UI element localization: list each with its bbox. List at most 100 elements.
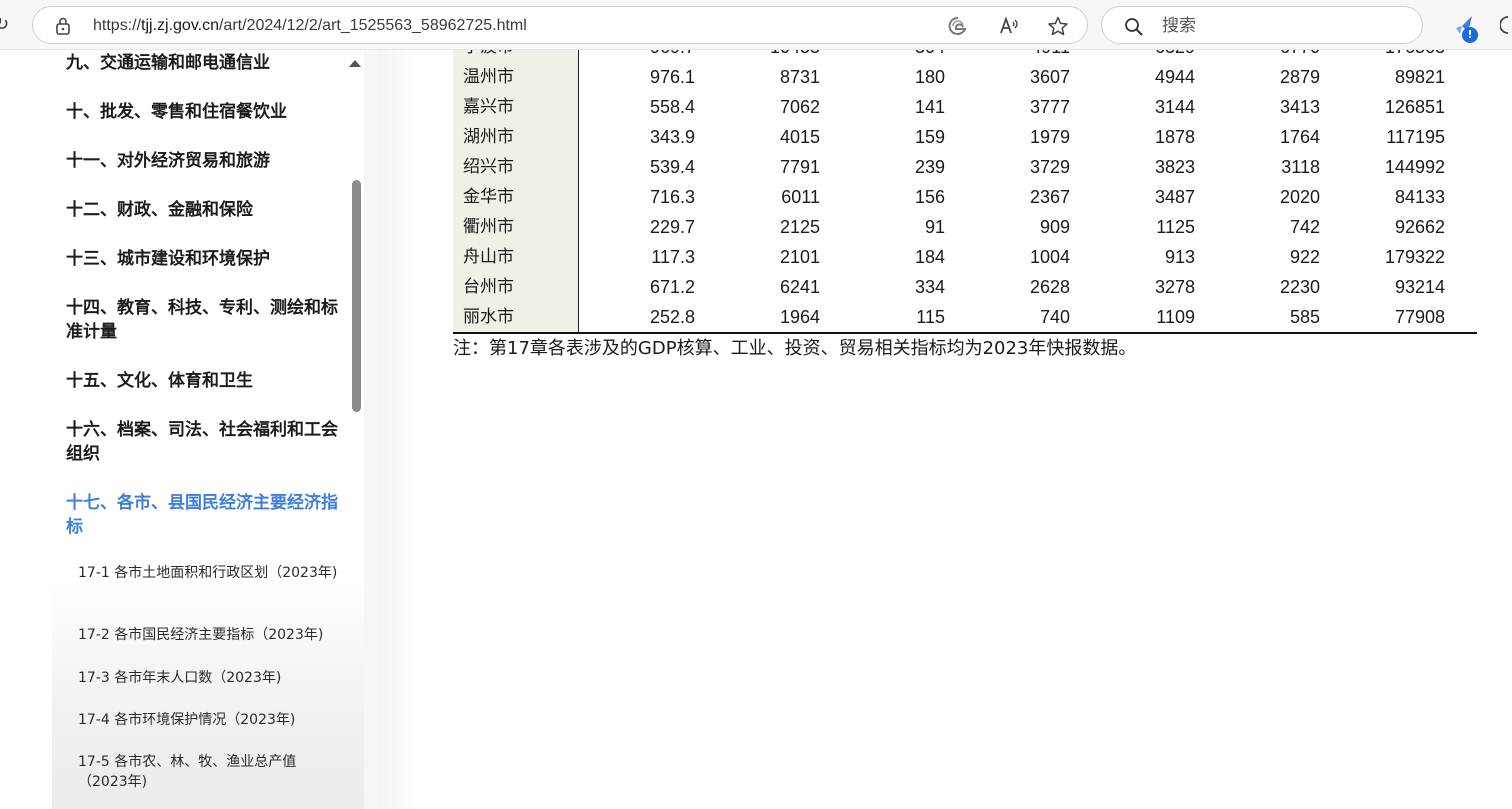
- table-cell: 3777: [1029, 97, 1070, 117]
- table-cell: 4911: [1031, 50, 1070, 62]
- address-bar[interactable]: https://tjj.zj.gov.cn/art/2024/12/2/art_…: [32, 6, 1088, 44]
- table-row: 温州市 976.1 8731 180 3607 4944 2879 89821: [453, 62, 1477, 92]
- table-cell: 922: [1289, 247, 1320, 267]
- table-cell: 115: [916, 307, 945, 327]
- more-menu-icon[interactable]: [1500, 14, 1512, 36]
- page-left-margin: [0, 50, 52, 809]
- table-cell: 2628: [1029, 277, 1070, 297]
- table-cell: 913: [1164, 247, 1195, 267]
- table-cell: 6329: [1155, 50, 1195, 62]
- sidebar-subitem-17-3[interactable]: 17-3 各市年末人口数（2023年): [78, 668, 340, 688]
- table-cell: 3487: [1154, 187, 1195, 207]
- sidebar-edge: [364, 50, 378, 809]
- sidebar-subitem-17-2[interactable]: 17-2 各市国民经济主要指标（2023年): [78, 625, 340, 645]
- table-note: 注：第17章各表涉及的GDP核算、工业、投资、贸易相关指标均为2023年快报数据…: [453, 338, 1137, 359]
- table-cell: 144992: [1384, 157, 1445, 177]
- table-cell-city: 嘉兴市: [463, 97, 514, 117]
- url-prefix: https://: [93, 17, 142, 34]
- table-cell: 159: [914, 127, 945, 147]
- search-placeholder: 搜索: [1162, 16, 1196, 36]
- table-cell-city: 金华市: [463, 187, 514, 207]
- table-cell: 7791: [779, 157, 820, 177]
- table-cell-city: 舟山市: [463, 247, 514, 267]
- table-cell: 2125: [779, 217, 820, 237]
- sidebar-subitem-17-4[interactable]: 17-4 各市环境保护情况（2023年): [78, 710, 340, 730]
- table-row: 丽水市 252.8 1964 115 740 1109 585 77908: [453, 302, 1477, 332]
- table-cell: 334: [914, 277, 945, 297]
- table-cell: 156: [914, 187, 945, 207]
- sidebar-item-ch12[interactable]: 十二、财政、金融和保险: [66, 198, 350, 222]
- table-cell: 2230: [1279, 277, 1320, 297]
- table-cell: 3118: [1281, 157, 1320, 177]
- table-cell: 716.3: [649, 187, 695, 207]
- edge-app-icon[interactable]: [947, 16, 969, 36]
- table-cell: 2879: [1279, 67, 1320, 87]
- table-cell: 740: [1039, 307, 1070, 327]
- sidebar-item-ch11[interactable]: 十一、对外经济贸易和旅游: [66, 149, 350, 173]
- table-cell: 229.7: [649, 217, 695, 237]
- sidebar-item-ch16[interactable]: 十六、档案、司法、社会福利和工会组织: [66, 418, 350, 466]
- sidebar-scrollbar-thumb[interactable]: [352, 180, 361, 412]
- table-cell: 976.1: [649, 67, 695, 87]
- browser-search-box[interactable]: 搜索: [1101, 6, 1423, 44]
- table-cell: 141: [914, 97, 945, 117]
- sidebar-item-ch17[interactable]: 十七、各市、县国民经济主要经济指标: [66, 491, 350, 539]
- table-cell: 969.7: [650, 50, 695, 62]
- sidebar-item-ch13[interactable]: 十三、城市建设和环境保护: [66, 247, 350, 271]
- table-cell: 3278: [1154, 277, 1195, 297]
- sidebar-item-ch10[interactable]: 十、批发、零售和住宿餐饮业: [66, 100, 350, 124]
- table-row: 金华市 716.3 6011 156 2367 3487 2020 84133: [453, 182, 1477, 212]
- table-cell: 252.8: [649, 307, 695, 327]
- table-cell: 4944: [1154, 67, 1195, 87]
- table-cell: 179322: [1384, 247, 1445, 267]
- table-row: 衢州市 229.7 2125 91 909 1125 742 92662: [453, 212, 1477, 242]
- table-cell: 92662: [1394, 217, 1445, 237]
- table-cell-city: 温州市: [463, 67, 514, 87]
- table-cell: 2020: [1279, 187, 1320, 207]
- table-cell-city: 绍兴市: [463, 157, 514, 177]
- table-cell: 3413: [1279, 97, 1320, 117]
- read-aloud-icon[interactable]: [998, 16, 1020, 36]
- table-cell: 7062: [779, 97, 820, 117]
- sidebar-subitem-17-1[interactable]: 17-1 各市土地面积和行政区划（2023年): [78, 563, 340, 583]
- table-cell: 184: [914, 247, 945, 267]
- table-cell: 1109: [1156, 307, 1195, 327]
- table-cell: 671.2: [649, 277, 695, 297]
- table-cell: 1964: [779, 307, 820, 327]
- table-cell: 84133: [1394, 187, 1445, 207]
- table-row-partial: 宁波市 969.7 10455 304 4911 6329 6770 17656…: [453, 50, 1477, 62]
- table-cell: 93214: [1394, 277, 1445, 297]
- sidebar-item-ch9[interactable]: 九、交通运输和邮电通信业: [66, 51, 350, 75]
- table-cell: 3823: [1154, 157, 1195, 177]
- table-cell: 117.3: [651, 247, 695, 267]
- sidebar-subitem-17-5[interactable]: 17-5 各市农、林、牧、渔业总产值（2023年): [78, 752, 340, 792]
- table-cell-city: 丽水市: [463, 307, 514, 327]
- table-cell: 91: [924, 217, 945, 237]
- table-row: 舟山市 117.3 2101 184 1004 913 922 179322: [453, 242, 1477, 272]
- table-cell: 1878: [1154, 127, 1195, 147]
- table-cell: 1764: [1279, 127, 1320, 147]
- table-row: 嘉兴市 558.4 7062 141 3777 3144 3413 126851: [453, 92, 1477, 122]
- table-cell: 1004: [1029, 247, 1070, 267]
- table-cell: 539.4: [649, 157, 695, 177]
- extension-badge: !: [1462, 27, 1478, 43]
- table-cell: 10455: [770, 50, 820, 62]
- search-icon: [1125, 18, 1143, 36]
- scroll-up-arrow-icon[interactable]: [348, 58, 362, 68]
- browser-toolbar: ↻ https://tjj.zj.gov.cn/art/2024/12/2/ar…: [0, 0, 1512, 50]
- table-cell: 8731: [779, 67, 820, 87]
- sidebar-item-ch15[interactable]: 十五、文化、体育和卫生: [66, 369, 350, 393]
- lock-icon[interactable]: [55, 16, 71, 36]
- table-cell: 239: [914, 157, 945, 177]
- table-cell: 2367: [1029, 187, 1070, 207]
- favorite-star-icon[interactable]: [1047, 16, 1069, 36]
- table-row: 绍兴市 539.4 7791 239 3729 3823 3118 144992: [453, 152, 1477, 182]
- table-row: 湖州市 343.9 4015 159 1979 1878 1764 117195: [453, 122, 1477, 152]
- table-cell: 3729: [1029, 157, 1070, 177]
- url-path: /art/2024/12/2/art_1525563_58962725.html: [218, 17, 527, 34]
- refresh-icon[interactable]: ↻: [0, 14, 14, 36]
- url-text[interactable]: https://tjj.zj.gov.cn/art/2024/12/2/art_…: [93, 16, 527, 36]
- sidebar-item-ch14[interactable]: 十四、教育、科技、专利、测绘和标准计量: [66, 296, 350, 344]
- table-cell: 180: [914, 67, 945, 87]
- table-cell: 6011: [781, 187, 820, 207]
